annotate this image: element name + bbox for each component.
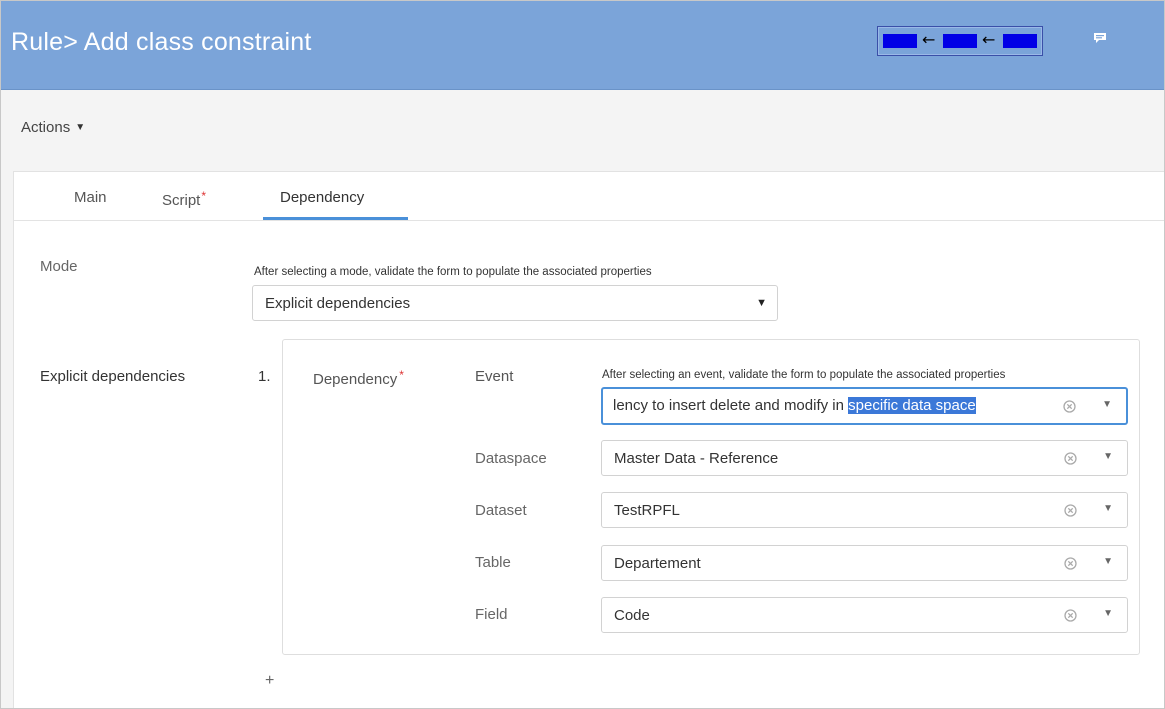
table-label: Table	[475, 554, 511, 571]
actions-menu[interactable]: Actions ▼	[21, 119, 85, 136]
dependency-label: Dependency *	[313, 368, 404, 388]
tab-dependency[interactable]: Dependency	[280, 189, 364, 206]
form-panel: Main Script* Dependency Mode After selec…	[13, 171, 1164, 708]
event-select[interactable]: lency to insert delete and modify in spe…	[601, 387, 1128, 425]
event-value-selected-text: specific data space	[848, 397, 976, 414]
tab-script-label: Script	[162, 192, 201, 209]
app-window: Rule> Add class constraint ← ← Actions ▼ …	[0, 0, 1165, 709]
chat-bubble-icon[interactable]	[1093, 32, 1107, 44]
chevron-down-icon[interactable]: ▼	[1103, 556, 1113, 567]
history-arrow-icon: ←	[922, 30, 936, 49]
field-value: Code	[614, 607, 650, 624]
active-tab-indicator	[263, 217, 408, 220]
field-select[interactable]: Code ▼	[601, 597, 1128, 633]
dataset-select[interactable]: TestRPFL ▼	[601, 492, 1128, 528]
required-marker: *	[201, 189, 207, 203]
history-navigator[interactable]: ← ←	[877, 26, 1043, 56]
mode-select[interactable]: Explicit dependencies ▼	[252, 285, 778, 321]
event-value[interactable]: lency to insert delete and modify in spe…	[613, 397, 976, 414]
dependency-label-text: Dependency	[313, 371, 398, 388]
dataspace-value: Master Data - Reference	[614, 450, 779, 467]
field-label: Field	[475, 606, 508, 623]
tab-main[interactable]: Main	[74, 189, 107, 206]
tab-main-label: Main	[74, 189, 107, 206]
header-bar: Rule> Add class constraint ← ←	[1, 1, 1164, 90]
explicit-dependencies-label: Explicit dependencies	[40, 368, 186, 385]
event-label: Event	[475, 368, 514, 385]
chevron-down-icon[interactable]: ▼	[1103, 608, 1113, 619]
actions-label: Actions	[21, 119, 71, 136]
tab-bar: Main Script* Dependency	[14, 172, 1164, 221]
clear-circle-icon[interactable]	[1064, 504, 1077, 517]
dataset-label: Dataset	[475, 502, 527, 519]
dataspace-select[interactable]: Master Data - Reference ▼	[601, 440, 1128, 476]
history-step[interactable]	[1003, 34, 1037, 48]
page-title: Rule> Add class constraint	[11, 28, 312, 56]
event-value-text: lency to insert delete and modify in	[613, 397, 849, 414]
history-arrow-icon: ←	[982, 30, 996, 49]
table-value: Departement	[614, 555, 701, 572]
dataset-value: TestRPFL	[614, 502, 680, 519]
history-step[interactable]	[943, 34, 977, 48]
caret-down-icon: ▼	[75, 122, 86, 133]
clear-circle-icon[interactable]	[1064, 557, 1077, 570]
tab-dependency-label: Dependency	[280, 189, 365, 206]
clear-circle-icon[interactable]	[1063, 400, 1076, 413]
table-select[interactable]: Departement ▼	[601, 545, 1128, 581]
dataspace-label: Dataspace	[475, 450, 547, 467]
mode-label: Mode	[40, 258, 78, 275]
history-step[interactable]	[883, 34, 917, 48]
add-dependency-button[interactable]: +	[265, 672, 274, 690]
mode-value: Explicit dependencies	[265, 295, 411, 312]
required-marker: *	[399, 368, 404, 382]
tab-script[interactable]: Script*	[162, 189, 206, 209]
chevron-down-icon[interactable]: ▼	[1103, 451, 1113, 462]
clear-circle-icon[interactable]	[1064, 609, 1077, 622]
chevron-down-icon[interactable]: ▼	[1102, 399, 1112, 410]
chevron-down-icon[interactable]: ▼	[1103, 503, 1113, 514]
event-help-text: After selecting an event, validate the f…	[602, 369, 1006, 381]
mode-help-text: After selecting a mode, validate the for…	[254, 266, 652, 278]
dependency-index: 1.	[258, 368, 271, 385]
clear-circle-icon[interactable]	[1064, 452, 1077, 465]
caret-down-icon: ▼	[756, 297, 767, 309]
